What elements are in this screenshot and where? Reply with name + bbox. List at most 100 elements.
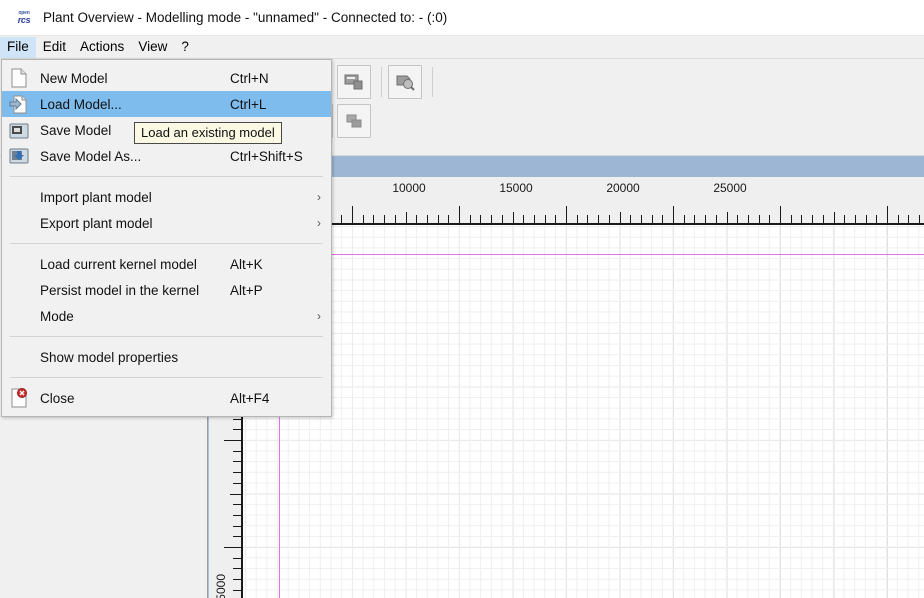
- menu-item-import-plant-model[interactable]: Import plant model ›: [2, 184, 331, 210]
- ruler-label: 20000: [606, 181, 640, 195]
- menu-actions[interactable]: Actions: [73, 37, 131, 58]
- origin-axis-horizontal: [243, 254, 924, 255]
- menu-group: Show model properties: [2, 342, 331, 372]
- ruler-tick: [233, 536, 241, 538]
- ruler-tick: [769, 215, 771, 223]
- ruler-tick: [737, 215, 739, 223]
- ruler-label: 15000: [499, 181, 533, 195]
- ruler-tick: [822, 215, 824, 223]
- tooltip: Load an existing model: [134, 122, 282, 144]
- menu-file[interactable]: File: [0, 36, 36, 58]
- ruler-tick: [683, 215, 685, 223]
- ruler-label: 10000: [392, 181, 426, 195]
- menu-item-label: Save Model As...: [40, 148, 142, 164]
- ruler-tick: [876, 215, 878, 223]
- ruler-tick: [233, 579, 241, 581]
- ruler-tick: [437, 215, 439, 223]
- ruler-tick: [416, 215, 418, 223]
- ruler-tick: [715, 215, 717, 223]
- menu-item-close[interactable]: Close Alt+F4: [2, 385, 331, 411]
- ruler-tick: [619, 212, 621, 223]
- menu-item-label: New Model: [40, 70, 108, 86]
- new-document-icon: [11, 68, 27, 88]
- ruler-tick: [233, 557, 241, 559]
- ruler-tick: [233, 450, 241, 452]
- menu-item-label: Close: [40, 390, 75, 406]
- menu-item-save-model-as[interactable]: Save Model As... Ctrl+Shift+S: [2, 143, 331, 169]
- ruler-tick: [758, 215, 760, 223]
- menu-item-persist-model-in-the-kernel[interactable]: Persist model in the kernel Alt+P: [2, 277, 331, 303]
- ruler-tick: [352, 206, 353, 223]
- chevron-right-icon: ›: [317, 309, 321, 323]
- ruler-tick: [362, 215, 364, 223]
- close-document-icon: [11, 388, 27, 408]
- toolbar-button-small-module-alt[interactable]: [337, 104, 371, 138]
- ruler-tick: [598, 215, 600, 223]
- ruler-tick: [544, 215, 546, 223]
- menu-group: New Model Ctrl+N Load Model... Ctrl+L Save M…: [2, 63, 331, 171]
- ruler-label: -15000: [214, 574, 228, 598]
- ruler-tick: [533, 215, 535, 223]
- menu-help[interactable]: ?: [174, 37, 196, 58]
- menu-view[interactable]: View: [131, 37, 174, 58]
- ruler-tick: [233, 504, 241, 506]
- toolbar-separator-2: [381, 67, 382, 97]
- close-document-icon: [8, 388, 30, 408]
- toolbar-button-edit-module[interactable]: [337, 65, 371, 99]
- chevron-right-icon: ›: [317, 190, 321, 204]
- menu-item-label: Persist model in the kernel: [40, 282, 200, 298]
- ruler-tick: [501, 215, 503, 223]
- menu-item-label: Save Model: [40, 122, 112, 138]
- ruler-tick: [780, 206, 781, 223]
- menu-item-load-model[interactable]: Load Model... Ctrl+L: [2, 91, 331, 117]
- ruler-tick: [233, 514, 241, 516]
- toolbar-button-inspect-module[interactable]: [388, 65, 422, 99]
- ruler-tick: [233, 418, 241, 420]
- menu-item-mode[interactable]: Mode ›: [2, 303, 331, 329]
- menu-item-shortcut: Alt+F4: [230, 390, 270, 406]
- ruler-tick: [426, 215, 428, 223]
- ruler-tick: [233, 472, 241, 474]
- menu-item-shortcut: Ctrl+Shift+S: [230, 148, 303, 164]
- menu-item-label: Mode: [40, 308, 74, 324]
- menu-item-shortcut: Ctrl+L: [230, 96, 267, 112]
- menu-item-label: Load current kernel model: [40, 256, 197, 272]
- menu-separator: [10, 377, 323, 378]
- menu-item-shortcut: Ctrl+N: [230, 70, 269, 86]
- menu-item-load-current-kernel-model[interactable]: Load current kernel model Alt+K: [2, 251, 331, 277]
- ruler-tick: [555, 215, 557, 223]
- menu-item-export-plant-model[interactable]: Export plant model ›: [2, 210, 331, 236]
- ruler-tick: [566, 206, 567, 223]
- model-canvas[interactable]: [243, 225, 924, 598]
- new-document-icon: [8, 68, 30, 88]
- ruler-tick: [747, 215, 749, 223]
- menu-item-show-model-properties[interactable]: Show model properties: [2, 344, 331, 370]
- title-bar: open rcs Plant Overview - Modelling mode…: [0, 0, 924, 36]
- ruler-tick: [812, 215, 814, 223]
- ruler-tick: [576, 215, 578, 223]
- ruler-tick: [726, 212, 728, 223]
- menu-item-label: Export plant model: [40, 215, 153, 231]
- ruler-tick: [705, 215, 707, 223]
- load-document-icon: [8, 94, 30, 114]
- ruler-tick: [865, 215, 867, 223]
- save-icon: [9, 123, 29, 138]
- file-menu-dropdown[interactable]: New Model Ctrl+N Load Model... Ctrl+L Save M…: [1, 59, 332, 417]
- ruler-tick: [233, 568, 241, 570]
- menu-separator: [10, 336, 323, 337]
- menu-edit[interactable]: Edit: [36, 37, 73, 58]
- menu-item-shortcut: Alt+P: [230, 282, 263, 298]
- ruler-tick: [230, 493, 241, 495]
- load-document-icon: [9, 95, 27, 114]
- edit-module-icon: [344, 74, 363, 90]
- ruler-tick: [224, 440, 241, 441]
- menu-item-new-model[interactable]: New Model Ctrl+N: [2, 65, 331, 91]
- ruler-tick: [640, 215, 642, 223]
- ruler-tick: [373, 215, 375, 223]
- ruler-tick: [512, 212, 514, 223]
- app-logo-icon: open rcs: [13, 7, 35, 29]
- ruler-tick: [384, 215, 386, 223]
- ruler-tick: [662, 215, 664, 223]
- menu-item-label: Import plant model: [40, 189, 152, 205]
- ruler-tick: [405, 212, 407, 223]
